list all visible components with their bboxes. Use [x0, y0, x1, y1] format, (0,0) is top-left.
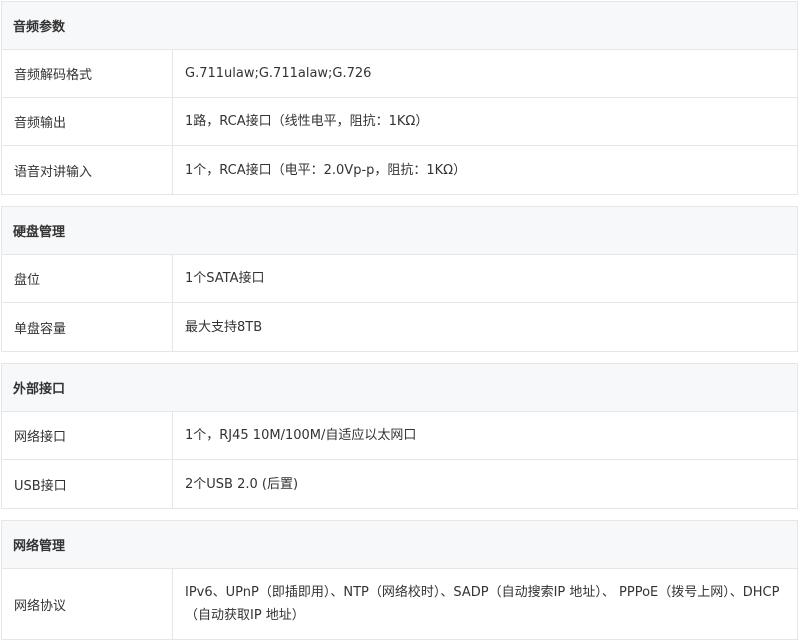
- spec-section-interfaces: 外部接口 网络接口 1个，RJ45 10M/100M/自适应以太网口 USB接口…: [1, 363, 798, 509]
- row-label: 单盘容量: [2, 303, 173, 351]
- section-title: 外部接口: [2, 364, 797, 412]
- row-label: 语音对讲输入: [2, 146, 173, 194]
- table-row: USB接口 2个USB 2.0 (后置): [2, 460, 797, 508]
- row-value: 1个SATA接口: [185, 271, 265, 286]
- spec-section-audio: 音频参数 音频解码格式 G.711ulaw;G.711alaw;G.726 音频…: [1, 1, 798, 195]
- row-label: 网络接口: [2, 412, 173, 459]
- row-label: 音频输出: [2, 98, 173, 145]
- row-value: G.711ulaw;G.711alaw;G.726: [185, 66, 372, 81]
- row-label: USB接口: [2, 460, 173, 508]
- section-title: 音频参数: [2, 2, 797, 50]
- spec-section-network: 网络管理 网络协议 IPv6、UPnP（即插即用）、NTP（网络校时）、SADP…: [1, 520, 798, 640]
- row-value: 1个，RCA接口（电平：2.0Vp-p，阻抗：1KΩ）: [185, 162, 467, 178]
- table-row: 音频输出 1路，RCA接口（线性电平，阻抗：1KΩ）: [2, 98, 797, 146]
- spec-section-disk: 硬盘管理 盘位 1个SATA接口 单盘容量 最大支持8TB: [1, 206, 798, 352]
- spec-page: 音频参数 音频解码格式 G.711ulaw;G.711alaw;G.726 音频…: [0, 0, 800, 640]
- row-value: 2个USB 2.0 (后置): [185, 476, 299, 492]
- table-row: 盘位 1个SATA接口: [2, 255, 797, 303]
- table-row: 语音对讲输入 1个，RCA接口（电平：2.0Vp-p，阻抗：1KΩ）: [2, 146, 797, 194]
- row-label: 音频解码格式: [2, 50, 173, 97]
- row-value: 1路，RCA接口（线性电平，阻抗：1KΩ）: [185, 114, 429, 129]
- table-row: 单盘容量 最大支持8TB: [2, 303, 797, 351]
- row-value: 1个，RJ45 10M/100M/自适应以太网口: [185, 428, 417, 443]
- row-value: IPv6、UPnP（即插即用）、NTP（网络校时）、SADP（自动搜索IP 地址…: [185, 585, 780, 623]
- table-row: 音频解码格式 G.711ulaw;G.711alaw;G.726: [2, 50, 797, 98]
- table-row: 网络协议 IPv6、UPnP（即插即用）、NTP（网络校时）、SADP（自动搜索…: [2, 569, 797, 639]
- section-title: 网络管理: [2, 521, 797, 569]
- table-row: 网络接口 1个，RJ45 10M/100M/自适应以太网口: [2, 412, 797, 460]
- row-value: 最大支持8TB: [185, 319, 263, 335]
- row-label: 网络协议: [2, 569, 173, 639]
- row-label: 盘位: [2, 255, 173, 302]
- section-title: 硬盘管理: [2, 207, 797, 255]
